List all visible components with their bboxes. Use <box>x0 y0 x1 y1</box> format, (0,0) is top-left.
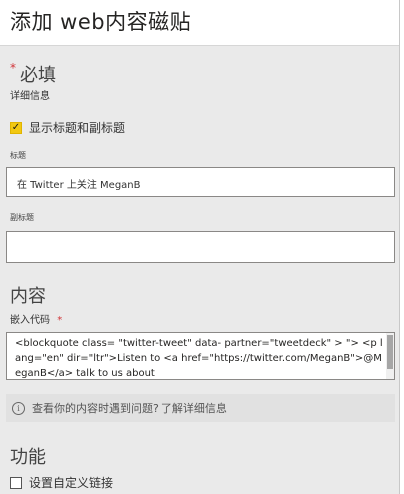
embed-required-star: * <box>57 315 63 326</box>
subtitle-input[interactable] <box>6 231 395 263</box>
embed-code-label-text: 嵌入代码 <box>10 315 50 326</box>
show-titles-checkbox[interactable]: ✓ <box>10 121 22 134</box>
show-titles-label: 显示标题和副标题 <box>29 121 126 135</box>
info-icon: i <box>12 401 25 415</box>
features-section-heading: 功能 <box>10 447 46 468</box>
subtitle-field-label: 副标题 <box>10 213 34 222</box>
required-star: * <box>10 61 16 75</box>
embed-code-label: 嵌入代码 * <box>10 311 62 326</box>
embed-code-scroll-thumb[interactable] <box>387 335 393 369</box>
title-input-value: 在 Twitter 上关注 MeganB <box>17 180 141 191</box>
info-message-bar: i 查看你的内容时遇到问题? 了解详细信息 <box>6 394 395 422</box>
show-titles-checkbox-row[interactable]: ✓ 显示标题和副标题 <box>10 119 125 136</box>
checkmark-icon: ✓ <box>11 121 21 133</box>
required-heading-text: 必填 <box>20 65 56 86</box>
title-input[interactable]: 在 Twitter 上关注 MeganB <box>6 167 395 197</box>
pane-header: 添加 web内容磁贴 <box>0 0 399 46</box>
embed-code-value: <blockquote class= "twitter-tweet" data-… <box>15 338 383 379</box>
custom-link-label: 设置自定义链接 <box>29 476 114 490</box>
custom-link-checkbox[interactable] <box>10 476 22 489</box>
info-text: 查看你的内容时遇到问题? <box>32 402 159 415</box>
embed-code-textarea[interactable]: <blockquote class= "twitter-tweet" data-… <box>6 332 395 380</box>
title-field-label: 标题 <box>10 151 26 160</box>
custom-link-checkbox-row[interactable]: 设置自定义链接 <box>10 474 113 491</box>
add-web-content-tile-pane: 添加 web内容磁贴 * 必填 详细信息 ✓ 显示标题和副标题 标题 在 Twit… <box>0 0 400 494</box>
details-subheading: 详细信息 <box>10 91 50 102</box>
required-section-heading: * 必填 <box>10 61 56 87</box>
learn-more-link[interactable]: 了解详细信息 <box>161 400 227 416</box>
embed-code-scrollbar[interactable] <box>386 333 394 379</box>
pane-title: 添加 web内容磁贴 <box>10 10 192 34</box>
content-section-heading: 内容 <box>10 286 46 307</box>
